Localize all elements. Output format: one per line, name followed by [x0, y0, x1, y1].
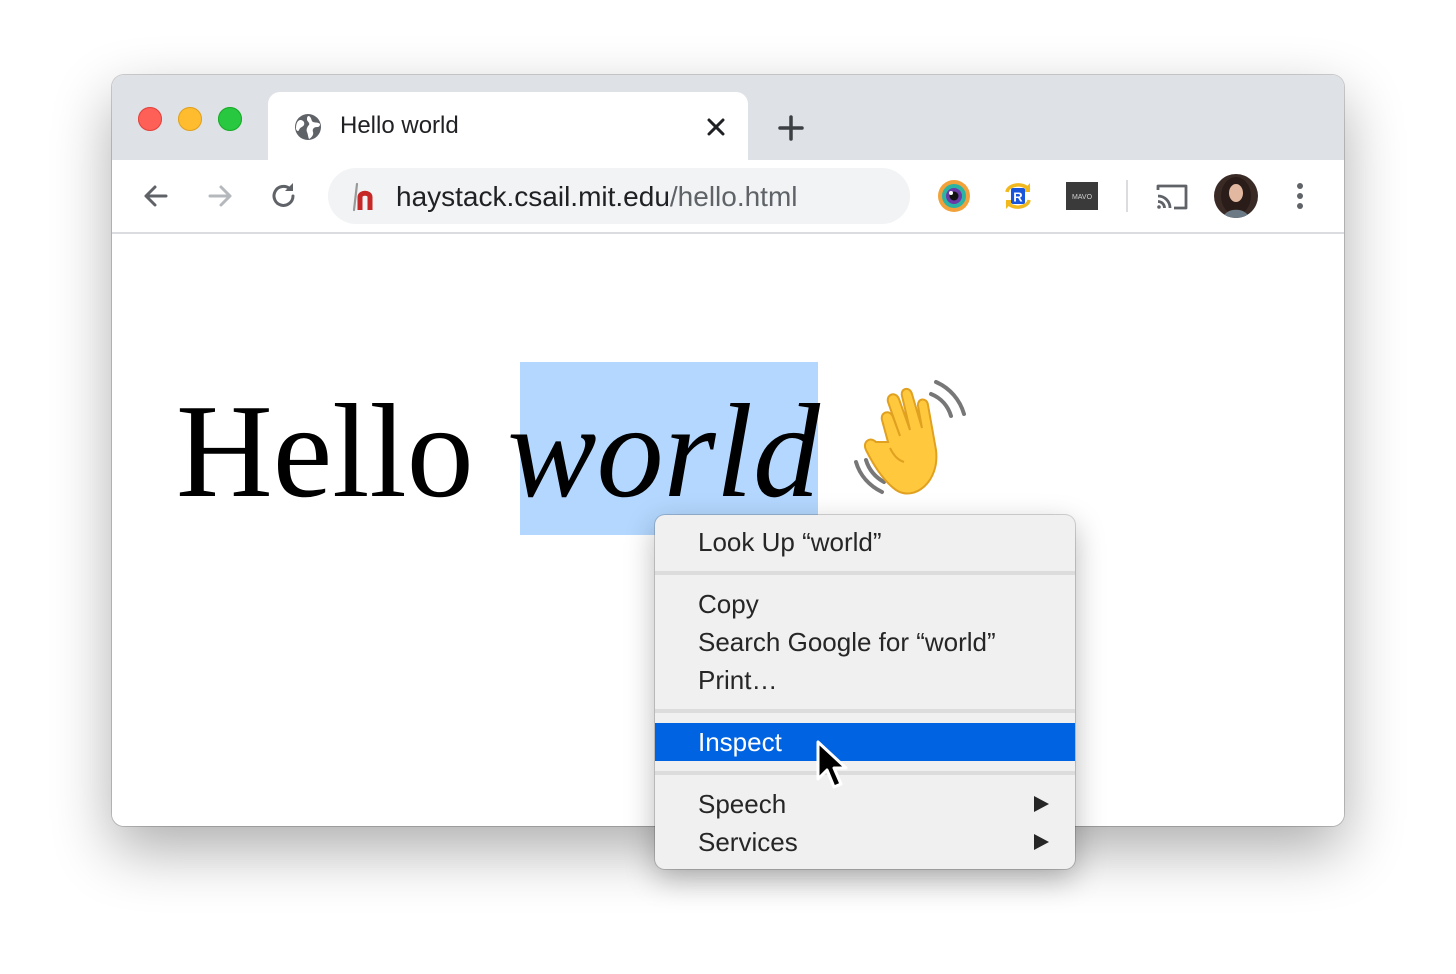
minimize-window-button[interactable]: [178, 107, 202, 131]
close-window-button[interactable]: [138, 107, 162, 131]
menu-item-label: Inspect: [698, 727, 782, 757]
menu-item-label: Search Google for “world”: [698, 627, 996, 657]
arrow-left-icon[interactable]: [138, 178, 174, 214]
zoom-window-button[interactable]: [218, 107, 242, 131]
close-icon[interactable]: [702, 113, 730, 141]
menu-item-copy[interactable]: Copy: [655, 585, 1075, 623]
menu-item-label: Copy: [698, 589, 759, 619]
svg-text:MAVO: MAVO: [1072, 194, 1093, 201]
heading-plain-word: Hello: [176, 377, 474, 525]
arrow-right-icon[interactable]: [202, 178, 238, 214]
page-heading: Hello world: [176, 376, 820, 526]
mouse-cursor-icon: [816, 740, 848, 789]
heading-selected-word[interactable]: world: [507, 377, 820, 525]
plus-icon[interactable]: [774, 111, 808, 145]
toolbar-divider: [1126, 180, 1128, 212]
globe-icon: [295, 114, 321, 140]
browser-toolbar: haystack.csail.mit.edu/hello.html R MAVO: [112, 160, 1344, 234]
avatar[interactable]: [1214, 174, 1258, 218]
menu-separator: [655, 571, 1075, 575]
tab-title: Hello world: [340, 112, 459, 139]
svg-text:R: R: [1013, 190, 1023, 205]
url-host: haystack.csail.mit.edu: [396, 181, 670, 212]
mavo-extension-icon[interactable]: MAVO: [1064, 178, 1100, 214]
haystack-icon: [352, 182, 373, 212]
menu-item-search-google[interactable]: Search Google for “world”: [655, 623, 1075, 661]
more-vertical-icon[interactable]: [1284, 178, 1316, 214]
submenu-arrow-icon: [1034, 796, 1049, 812]
waving-hand-icon: [854, 380, 966, 495]
menu-item-services[interactable]: Services: [655, 823, 1075, 861]
menu-item-print[interactable]: Print…: [655, 661, 1075, 699]
refresh-r-extension-icon[interactable]: R: [1000, 178, 1036, 214]
menu-item-speech[interactable]: Speech: [655, 785, 1075, 823]
menu-item-label: Services: [698, 827, 798, 857]
tab-strip: Hello world: [112, 75, 1344, 162]
menu-item-look-up[interactable]: Look Up “world”: [655, 523, 1075, 561]
menu-separator: [655, 709, 1075, 713]
reload-icon[interactable]: [266, 178, 302, 214]
profile-photo-icon: [1214, 174, 1258, 218]
url-text: haystack.csail.mit.edu/hello.html: [396, 181, 798, 213]
menu-item-inspect[interactable]: Inspect: [655, 723, 1075, 761]
url-path: /hello.html: [669, 181, 798, 212]
context-menu: Look Up “world” Copy Search Google for “…: [655, 515, 1075, 869]
menu-item-label: Speech: [698, 789, 787, 819]
address-bar[interactable]: haystack.csail.mit.edu/hello.html: [328, 168, 910, 224]
menu-item-label: Look Up “world”: [698, 527, 882, 557]
cast-icon[interactable]: [1154, 178, 1190, 214]
tab-hello-world[interactable]: Hello world: [268, 92, 748, 162]
submenu-arrow-icon: [1034, 834, 1049, 850]
menu-item-label: Print…: [698, 665, 778, 695]
menu-separator: [655, 771, 1075, 775]
eye-extension-icon[interactable]: [936, 178, 972, 214]
